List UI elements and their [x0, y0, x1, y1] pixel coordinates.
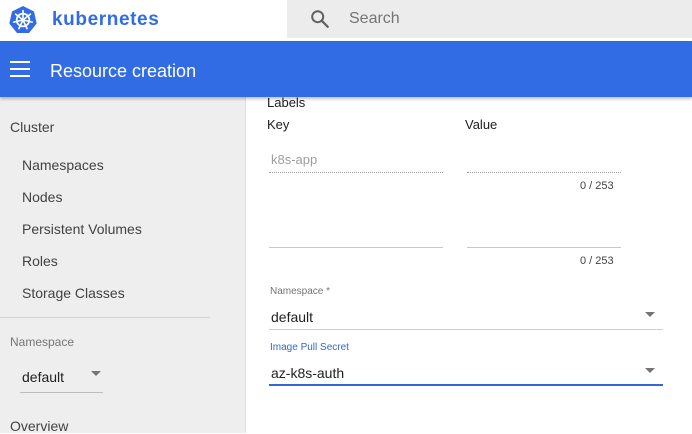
toolbar: Resource creation: [0, 41, 692, 97]
page-title: Resource creation: [50, 61, 197, 81]
search-box[interactable]: Search: [287, 0, 692, 38]
sidebar: Cluster Namespaces Nodes Persistent Volu…: [0, 97, 246, 434]
sidebar-divider: [0, 317, 210, 318]
search-icon: [311, 10, 329, 28]
search-input[interactable]: Search: [349, 10, 400, 28]
label-key-input-1[interactable]: k8s-app: [271, 152, 317, 167]
value-column-header: Value: [465, 117, 498, 132]
label-value-input-2[interactable]: [467, 247, 621, 248]
hamburger-menu-icon[interactable]: [10, 61, 30, 77]
namespace-select-value: default: [271, 309, 314, 325]
image-pull-secret-label: Image Pull Secret: [270, 342, 349, 353]
dropdown-arrow-icon: [91, 371, 101, 376]
label-value-input-1[interactable]: [467, 172, 621, 173]
label-value-counter-1: 0 / 253: [580, 180, 614, 192]
sidebar-item-roles[interactable]: Roles: [22, 253, 58, 269]
label-value-counter-2: 0 / 253: [580, 255, 614, 267]
kubernetes-logo-icon: [9, 6, 37, 33]
sidebar-item-persistent-volumes[interactable]: Persistent Volumes: [22, 221, 142, 237]
namespace-selector-label: Namespace: [10, 335, 75, 349]
top-bar: kubernetes Search: [0, 0, 692, 41]
dropdown-arrow-icon: [645, 312, 655, 317]
image-pull-secret-select[interactable]: az-k8s-auth: [246, 353, 676, 387]
sidebar-heading-cluster[interactable]: Cluster: [10, 119, 54, 135]
image-pull-secret-value: az-k8s-auth: [271, 365, 345, 381]
brand-name: kubernetes: [52, 9, 160, 30]
labels-section-title: Labels: [267, 95, 306, 110]
sidebar-item-namespaces[interactable]: Namespaces: [22, 157, 104, 173]
dropdown-arrow-icon: [645, 368, 655, 373]
label-key-underline-1: [269, 172, 443, 173]
namespace-field-label: Namespace *: [270, 286, 331, 297]
main-content: Labels Key Value k8s-app 0 / 253 0 / 253…: [246, 95, 692, 433]
sidebar-item-nodes[interactable]: Nodes: [22, 189, 62, 205]
namespace-select[interactable]: default: [246, 297, 676, 331]
sidebar-item-overview[interactable]: Overview: [10, 418, 68, 434]
namespace-selector[interactable]: default: [20, 360, 103, 393]
label-key-input-2[interactable]: [269, 247, 443, 248]
namespace-selector-value: default: [22, 369, 65, 385]
brand[interactable]: kubernetes: [8, 3, 159, 37]
sidebar-item-storage-classes[interactable]: Storage Classes: [22, 285, 125, 301]
key-column-header: Key: [267, 117, 290, 132]
